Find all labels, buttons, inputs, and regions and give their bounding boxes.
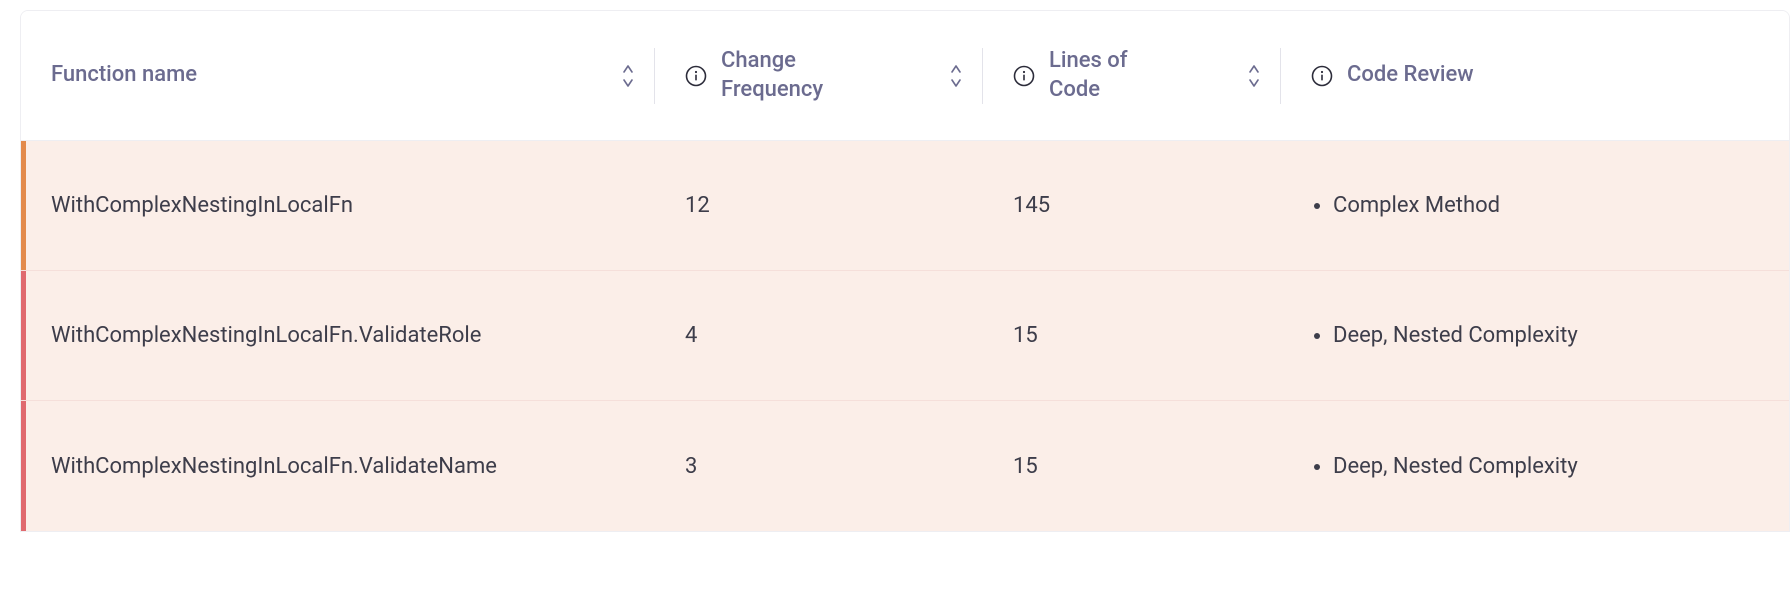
- cell-code-review: Complex Method: [1281, 193, 1789, 218]
- table-row[interactable]: WithComplexNestingInLocalFn 12 145 Compl…: [21, 141, 1789, 271]
- cell-lines-of-code: 15: [983, 323, 1281, 348]
- review-item: Deep, Nested Complexity: [1333, 323, 1769, 348]
- severity-indicator: [21, 141, 26, 270]
- cell-change-frequency: 12: [655, 193, 983, 218]
- table-row[interactable]: WithComplexNestingInLocalFn.ValidateName…: [21, 401, 1789, 531]
- cell-code-review: Deep, Nested Complexity: [1281, 323, 1789, 348]
- column-header-code-review[interactable]: Code Review: [1281, 11, 1789, 140]
- table-row[interactable]: WithComplexNestingInLocalFn.ValidateRole…: [21, 271, 1789, 401]
- info-icon[interactable]: [1013, 65, 1035, 87]
- column-label: Code: [1049, 76, 1128, 105]
- sort-icon[interactable]: [621, 65, 635, 87]
- cell-change-frequency: 3: [655, 454, 983, 479]
- sort-icon[interactable]: [1247, 65, 1261, 87]
- table-header: Function name Change Frequency: [21, 11, 1789, 141]
- severity-indicator: [21, 271, 26, 400]
- review-item: Complex Method: [1333, 193, 1769, 218]
- column-label: Function name: [51, 61, 197, 90]
- cell-function-name: WithComplexNestingInLocalFn: [51, 193, 655, 218]
- severity-indicator: [21, 401, 26, 531]
- column-header-lines-of-code[interactable]: Lines of Code: [983, 11, 1281, 140]
- cell-lines-of-code: 15: [983, 454, 1281, 479]
- cell-code-review: Deep, Nested Complexity: [1281, 454, 1789, 479]
- column-label: Lines of: [1049, 47, 1128, 76]
- info-icon[interactable]: [685, 65, 707, 87]
- functions-table: Function name Change Frequency: [20, 10, 1790, 532]
- column-label: Code Review: [1347, 61, 1474, 90]
- column-header-change-frequency[interactable]: Change Frequency: [655, 11, 983, 140]
- column-header-function-name[interactable]: Function name: [51, 11, 655, 140]
- review-item: Deep, Nested Complexity: [1333, 454, 1769, 479]
- column-label: Frequency: [721, 76, 823, 105]
- cell-lines-of-code: 145: [983, 193, 1281, 218]
- cell-function-name: WithComplexNestingInLocalFn.ValidateRole: [51, 323, 655, 348]
- info-icon[interactable]: [1311, 65, 1333, 87]
- column-label: Change: [721, 47, 823, 76]
- sort-icon[interactable]: [949, 65, 963, 87]
- cell-change-frequency: 4: [655, 323, 983, 348]
- cell-function-name: WithComplexNestingInLocalFn.ValidateName: [51, 454, 655, 479]
- table-body: WithComplexNestingInLocalFn 12 145 Compl…: [21, 141, 1789, 531]
